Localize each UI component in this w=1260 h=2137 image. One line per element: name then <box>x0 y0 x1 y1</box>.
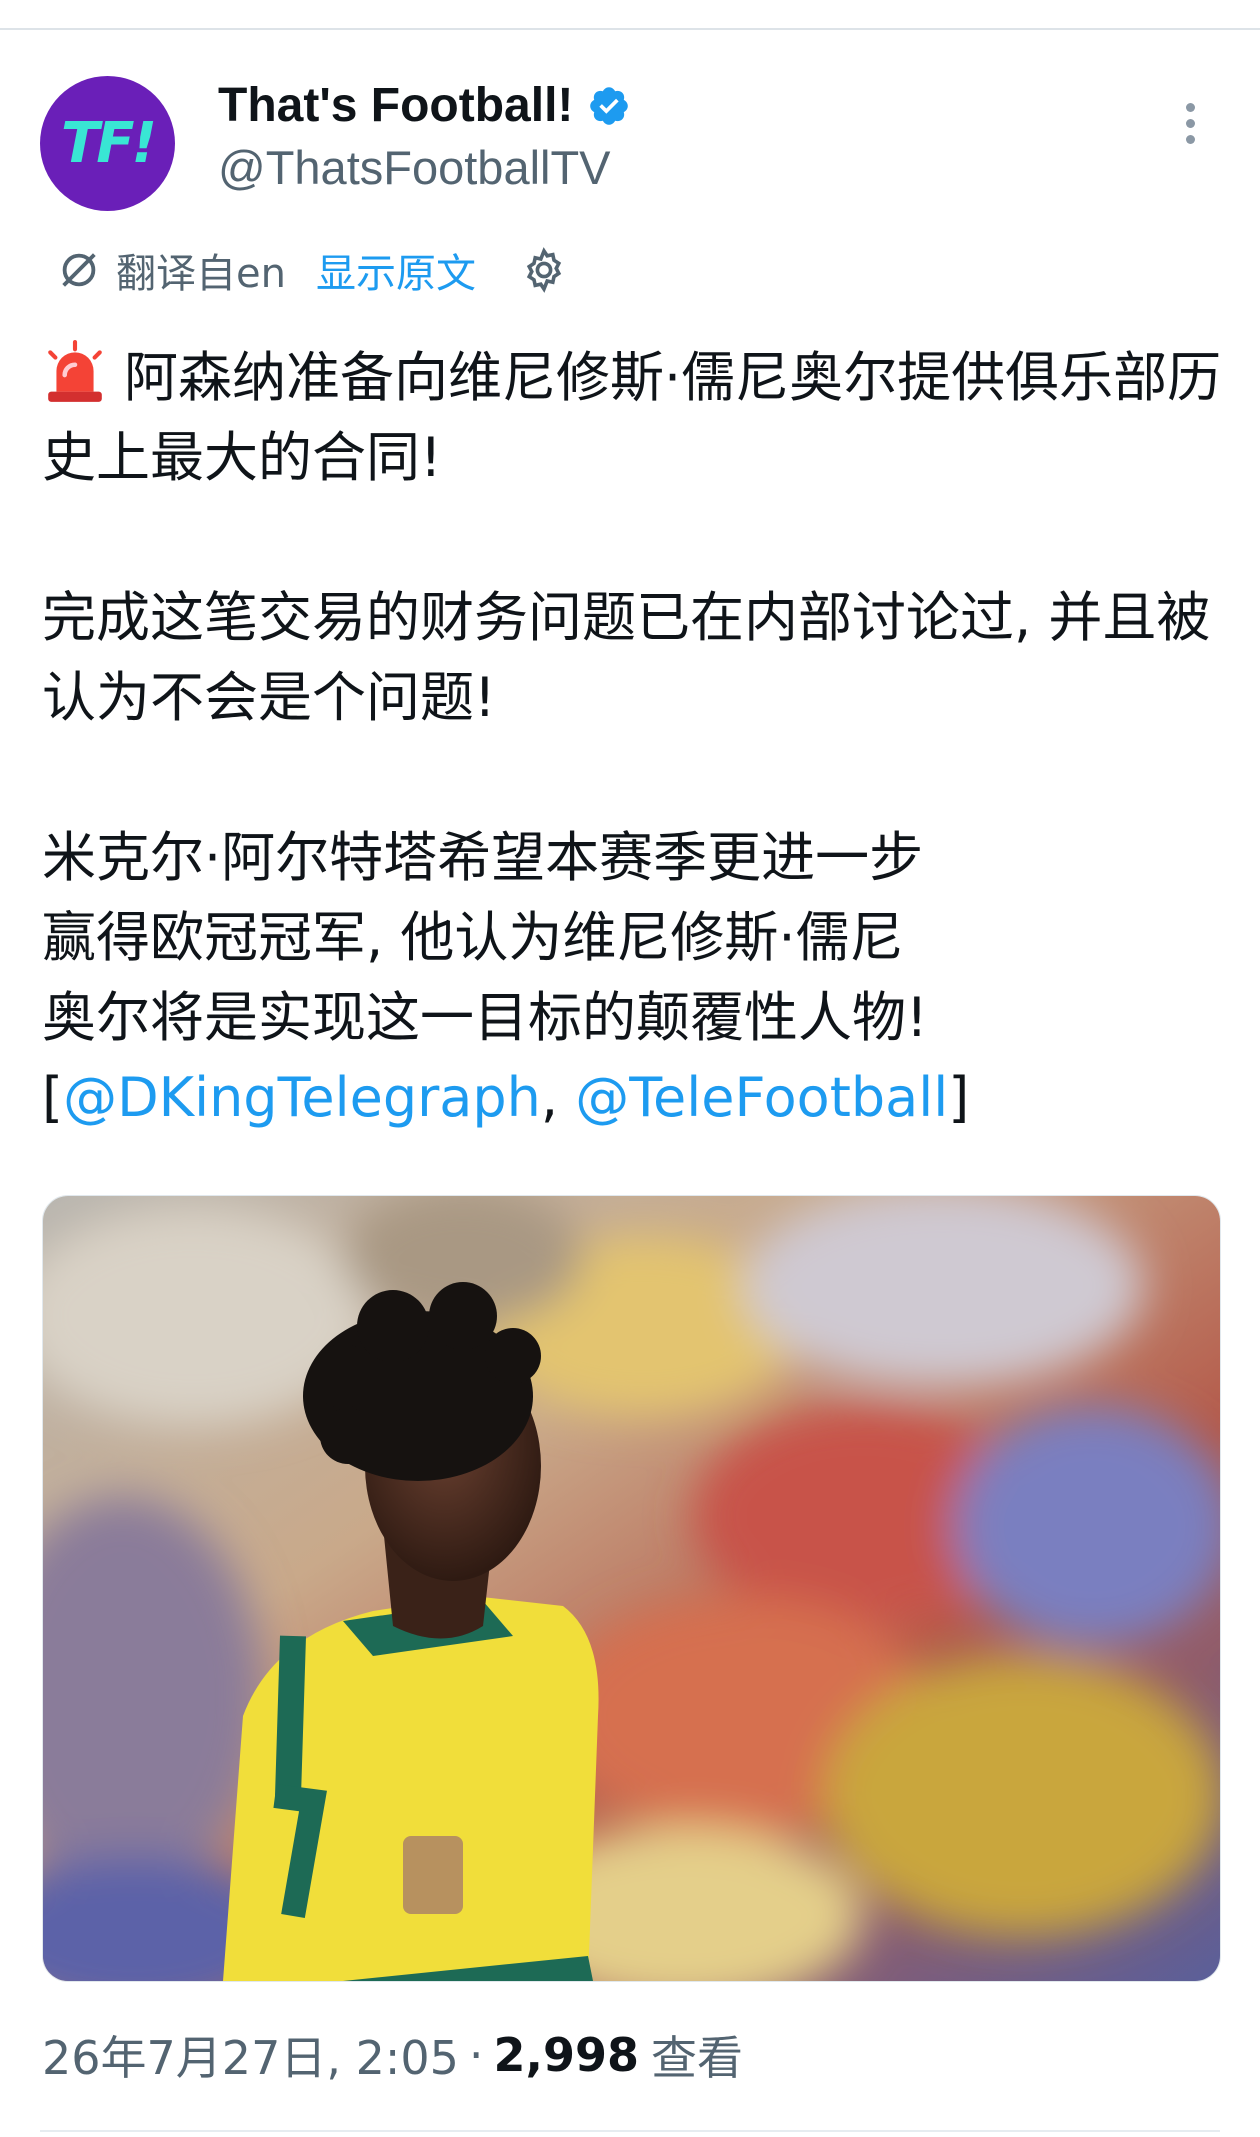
tweet-mentions-line: [@DKingTelegraph, @TeleFootball] <box>42 1058 1232 1138</box>
avatar[interactable]: TF! <box>40 76 175 211</box>
tweet-paragraph-1-text: 阿森纳准备向维尼修斯·儒尼奥尔提供俱乐部历史上最大的合同! <box>42 346 1222 489</box>
bracket-close: ] <box>948 1066 970 1129</box>
tweet-media-photo[interactable] <box>42 1195 1221 1982</box>
tweet-paragraph-3-line-1: 米克尔·阿尔特塔希望本赛季更进一步 <box>42 826 924 889</box>
translated-from-label: 翻译自en <box>116 251 286 297</box>
tweet-paragraph-1: 阿森纳准备向维尼修斯·儒尼奥尔提供俱乐部历史上最大的合同! <box>42 338 1232 498</box>
top-divider <box>0 28 1260 30</box>
verified-badge-icon <box>590 86 629 125</box>
bracket-open: [ <box>42 1066 64 1129</box>
tweet-meta-row: 26年7月27日, 2:05 · 2,998 查看 <box>42 2025 743 2085</box>
author-name-row[interactable]: That's Football! <box>218 78 631 133</box>
bottom-divider <box>40 2130 1220 2132</box>
tweet-paragraph-3-line-2: 赢得欧冠冠军, 他认为维尼修斯·儒尼 <box>42 906 904 969</box>
tweet-text: 阿森纳准备向维尼修斯·儒尼奥尔提供俱乐部历史上最大的合同! 完成这笔交易的财务问… <box>42 338 1232 1138</box>
translation-bar: 翻译自en 显示原文 <box>56 240 568 300</box>
author-handle[interactable]: @ThatsFootballTV <box>218 140 611 195</box>
mention-separator: , <box>540 1066 576 1129</box>
more-options-icon[interactable] <box>1178 103 1202 153</box>
siren-icon <box>48 340 102 402</box>
meta-separator: · <box>468 2028 484 2082</box>
player-photo <box>43 1196 1220 1981</box>
gear-icon[interactable] <box>520 246 568 294</box>
mention-telefootball[interactable]: @TeleFootball <box>575 1066 948 1129</box>
views-label: 查看 <box>651 2031 744 2085</box>
mention-dkingtelegraph[interactable]: @DKingTelegraph <box>63 1066 541 1129</box>
show-original-link[interactable]: 显示原文 <box>316 241 476 299</box>
tweet-paragraph-3-line-3: 奥尔将是实现这一目标的颠覆性人物! <box>42 986 928 1049</box>
translate-icon <box>62 253 96 287</box>
views-count: 2,998 <box>493 2028 640 2082</box>
avatar-logo-text: TF! <box>61 111 157 176</box>
tweet-paragraph-2: 完成这笔交易的财务问题已在内部讨论过, 并且被认为不会是个问题! <box>42 586 1211 729</box>
display-name[interactable]: That's Football! <box>218 78 573 133</box>
tweet-timestamp[interactable]: 26年7月27日, 2:05 <box>42 2022 459 2088</box>
